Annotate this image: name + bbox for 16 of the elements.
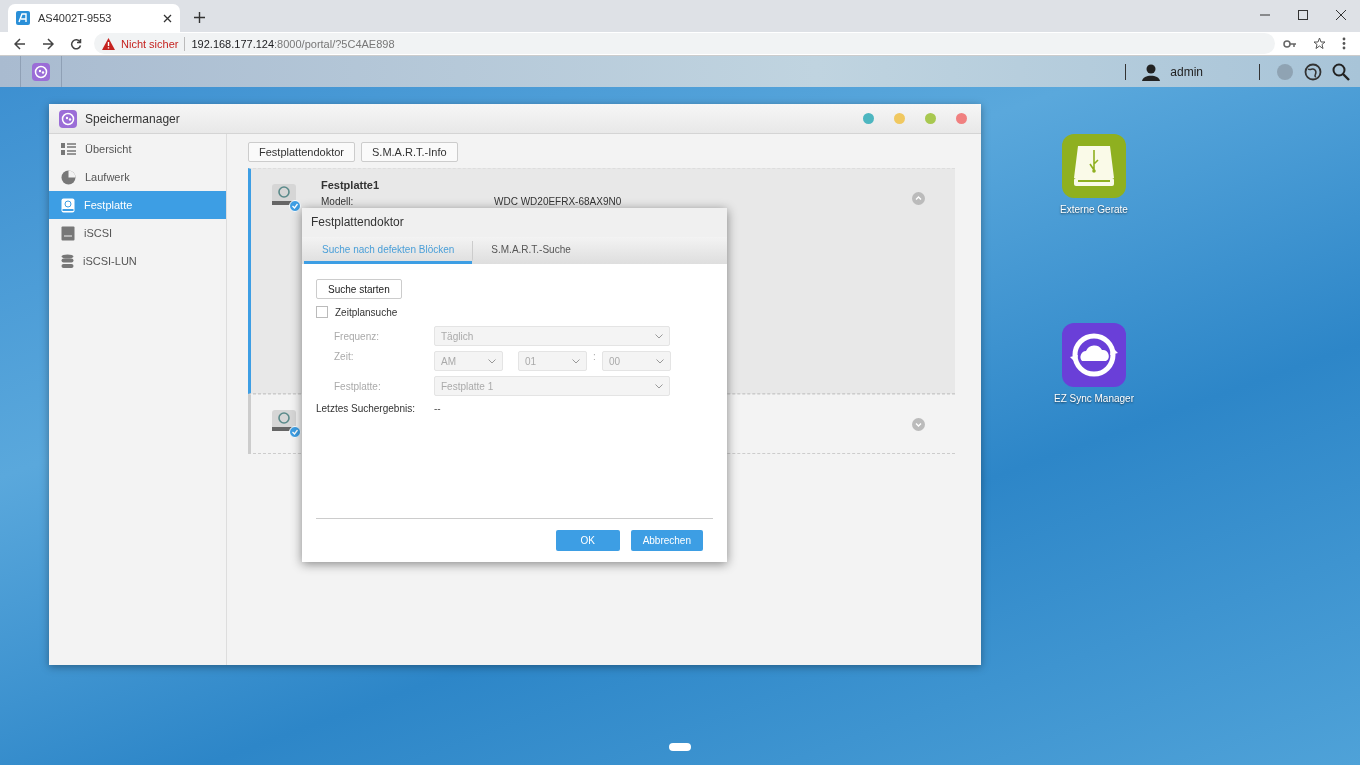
field-label: Zeit: <box>334 351 355 362</box>
dialog-title: Festplattendoktor <box>302 208 727 237</box>
disk-name: Festplatte1 <box>321 179 381 191</box>
tab-title: AS4002T-9553 <box>38 12 113 24</box>
field-label: Festplatte: <box>334 380 382 392</box>
field-value: WDC WD20EFRX-68AX9N0 <box>494 196 622 207</box>
field-label: Modell: <box>321 196 355 207</box>
field-value: -- <box>434 403 441 414</box>
field-label: Letztes Suchergebnis: <box>316 403 416 414</box>
security-warning: Nicht sicher <box>121 37 179 50</box>
window-title: Speichermanager <box>85 111 180 126</box>
url-host: 192.168.177.124 <box>191 37 275 50</box>
field-label: Frequenz: <box>334 330 381 342</box>
url-path: :8000/portal/?5C4AE898 <box>274 37 395 50</box>
time-separator: : <box>592 351 597 362</box>
checkbox-label: Zeitplansuche <box>335 306 398 318</box>
